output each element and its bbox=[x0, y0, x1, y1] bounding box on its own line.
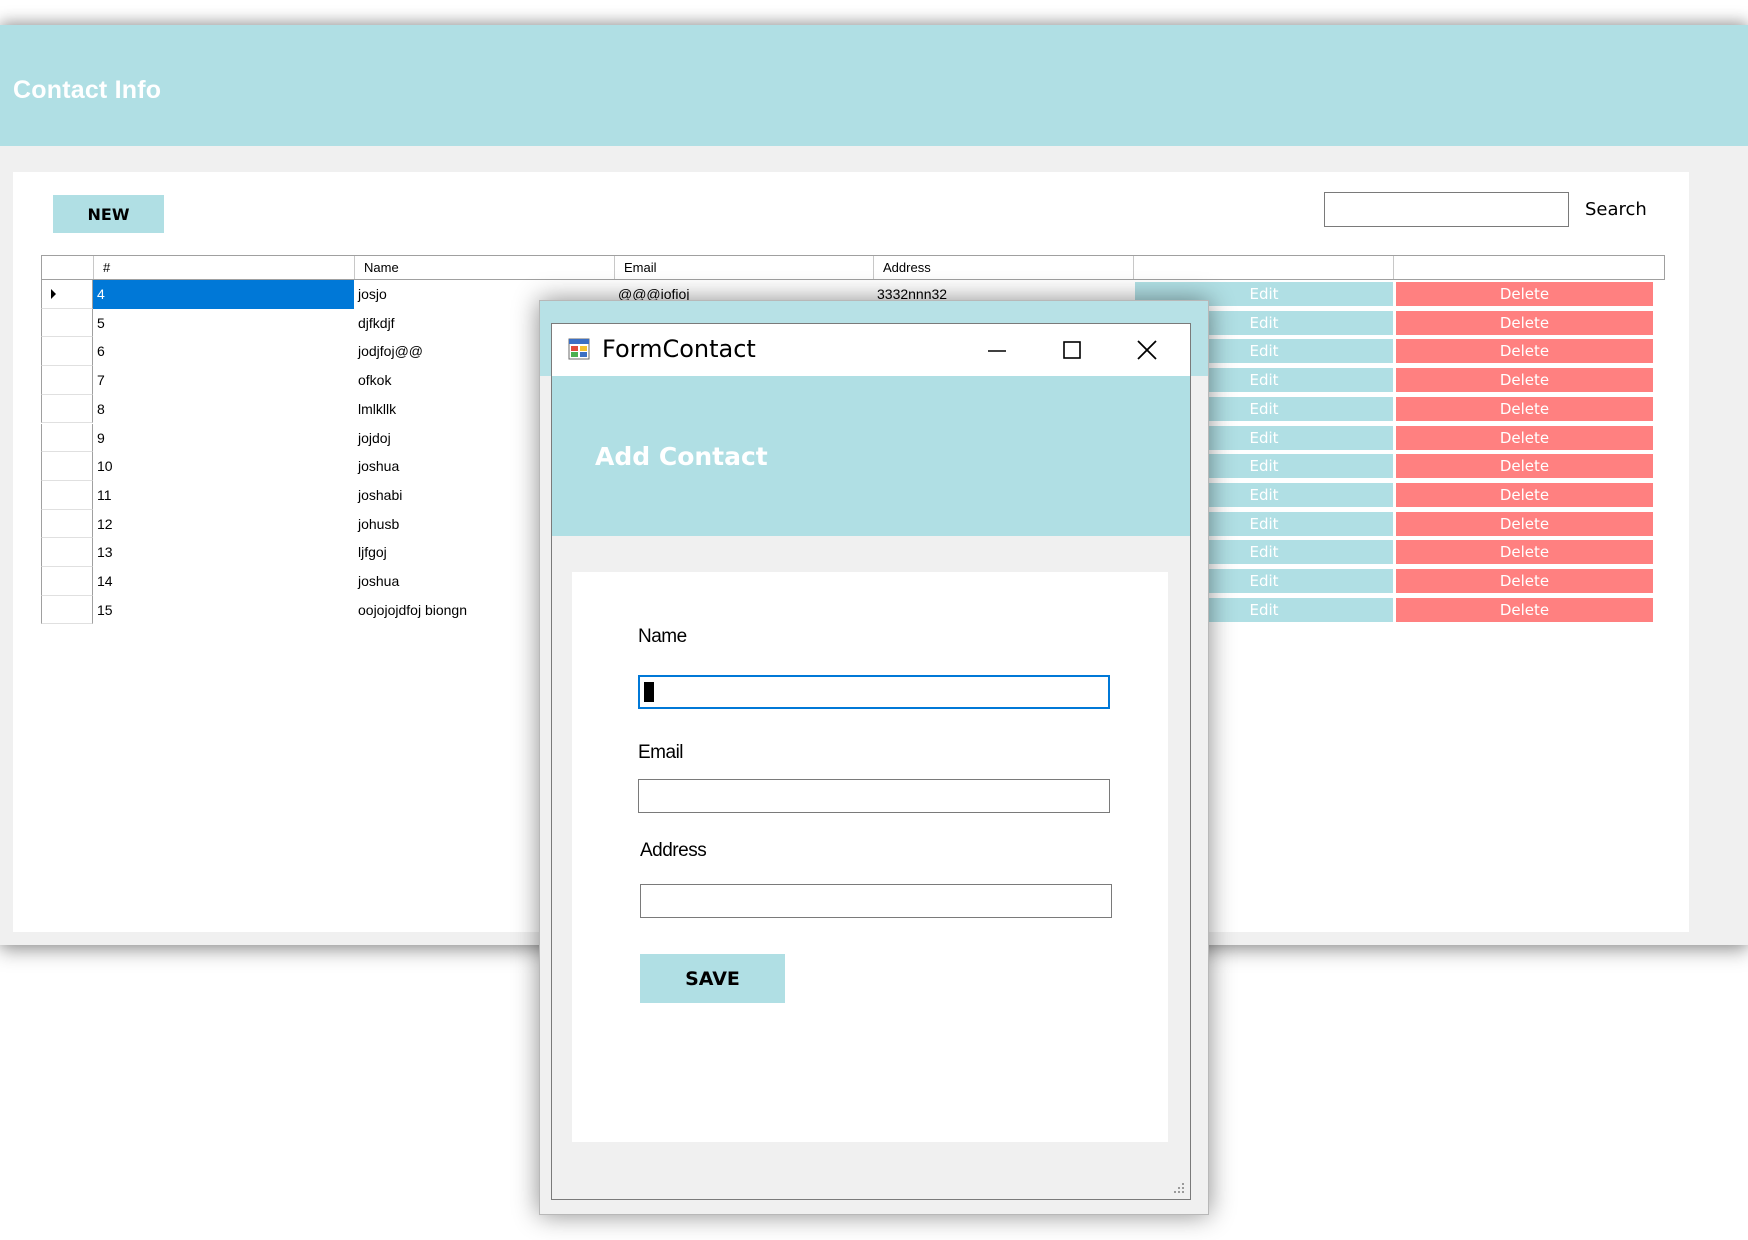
close-icon bbox=[1137, 340, 1157, 360]
delete-button[interactable]: Delete bbox=[1396, 597, 1653, 622]
dialog-window-title: FormContact bbox=[602, 335, 756, 363]
maximize-button[interactable] bbox=[1037, 324, 1107, 376]
new-contact-button[interactable]: NEW bbox=[53, 195, 164, 233]
row-header[interactable] bbox=[41, 423, 93, 453]
delete-button[interactable]: Delete bbox=[1396, 454, 1653, 479]
delete-button[interactable]: Delete bbox=[1396, 282, 1653, 306]
cell-id[interactable]: 10 bbox=[93, 452, 354, 481]
email-label: Email bbox=[638, 742, 684, 763]
minimize-icon bbox=[988, 350, 1006, 352]
main-header: Contact Info bbox=[0, 25, 1748, 146]
name-field[interactable] bbox=[638, 675, 1110, 709]
cell-id[interactable]: 7 bbox=[93, 366, 354, 395]
delete-button[interactable]: Delete bbox=[1396, 339, 1653, 364]
cell-id[interactable]: 6 bbox=[93, 337, 354, 366]
grid-header: # Name Email Address bbox=[41, 255, 1665, 280]
row-header[interactable] bbox=[41, 394, 93, 424]
minimize-button[interactable] bbox=[962, 324, 1032, 376]
address-field[interactable] bbox=[640, 884, 1112, 918]
column-header-name[interactable]: Name bbox=[355, 256, 615, 279]
save-button[interactable]: SAVE bbox=[640, 954, 785, 1003]
dialog-titlebar[interactable]: FormContact bbox=[552, 324, 1190, 376]
form-app-icon bbox=[568, 338, 590, 360]
add-contact-header: Add Contact bbox=[552, 376, 1190, 536]
row-header[interactable] bbox=[41, 337, 93, 367]
cell-id[interactable]: 4 bbox=[93, 280, 354, 309]
search-input[interactable] bbox=[1324, 192, 1569, 227]
email-field[interactable] bbox=[638, 779, 1110, 813]
maximize-icon bbox=[1063, 341, 1081, 359]
delete-button[interactable]: Delete bbox=[1396, 482, 1653, 507]
name-label: Name bbox=[638, 626, 687, 647]
cell-id[interactable]: 12 bbox=[93, 510, 354, 539]
contact-form: Name Email Address SAVE bbox=[572, 572, 1168, 1142]
delete-button[interactable]: Delete bbox=[1396, 368, 1653, 393]
delete-button[interactable]: Delete bbox=[1396, 569, 1653, 593]
row-header[interactable] bbox=[41, 308, 93, 338]
page-title: Contact Info bbox=[13, 76, 162, 104]
column-header-email[interactable]: Email bbox=[615, 256, 874, 279]
delete-button[interactable]: Delete bbox=[1396, 540, 1653, 565]
form-contact-dialog: FormContact Add Contact Name Email Addre… bbox=[551, 323, 1191, 1200]
row-header[interactable] bbox=[41, 452, 93, 481]
row-header[interactable] bbox=[41, 595, 93, 625]
search-label: Search bbox=[1585, 199, 1647, 220]
cell-id[interactable]: 5 bbox=[93, 309, 354, 338]
close-button[interactable] bbox=[1112, 324, 1182, 376]
column-header-id[interactable]: # bbox=[94, 256, 355, 279]
row-header[interactable] bbox=[41, 509, 93, 539]
row-header[interactable] bbox=[41, 366, 93, 395]
text-caret bbox=[644, 682, 654, 702]
delete-button[interactable]: Delete bbox=[1396, 310, 1653, 335]
row-header[interactable] bbox=[41, 280, 93, 309]
column-header-delete[interactable] bbox=[1394, 256, 1664, 279]
address-label: Address bbox=[640, 840, 707, 861]
desktop: Contact Info NEW Search # Name Email Add… bbox=[0, 0, 1748, 1240]
column-header-address[interactable]: Address bbox=[874, 256, 1134, 279]
row-header[interactable] bbox=[41, 480, 93, 510]
row-header[interactable] bbox=[41, 538, 93, 567]
row-header-corner bbox=[42, 256, 94, 279]
cell-id[interactable]: 13 bbox=[93, 538, 354, 567]
cell-id[interactable]: 8 bbox=[93, 395, 354, 424]
resize-grip-icon[interactable] bbox=[1172, 1181, 1186, 1195]
row-pointer-icon bbox=[51, 289, 56, 299]
cell-id[interactable]: 9 bbox=[93, 424, 354, 453]
cell-id[interactable]: 15 bbox=[93, 596, 354, 625]
cell-id[interactable]: 11 bbox=[93, 481, 354, 510]
add-contact-title: Add Contact bbox=[595, 442, 768, 471]
cell-id[interactable]: 14 bbox=[93, 567, 354, 596]
delete-button[interactable]: Delete bbox=[1396, 425, 1653, 450]
column-header-edit[interactable] bbox=[1134, 256, 1394, 279]
row-header[interactable] bbox=[41, 567, 93, 596]
delete-button[interactable]: Delete bbox=[1396, 511, 1653, 536]
delete-button[interactable]: Delete bbox=[1396, 396, 1653, 421]
